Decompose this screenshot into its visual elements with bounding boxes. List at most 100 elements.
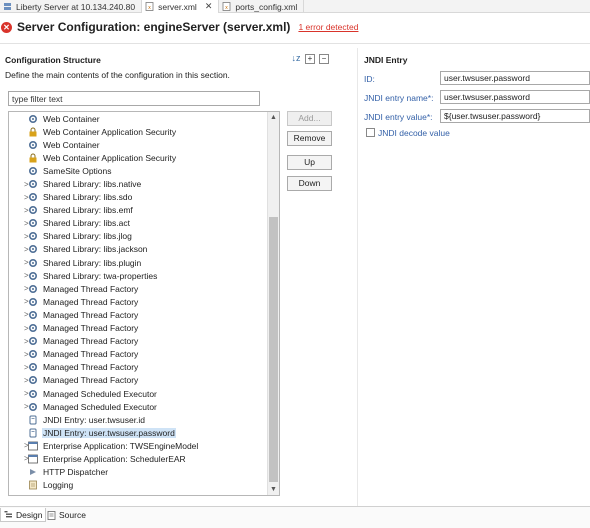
jndi-decode-label[interactable]: JNDI decode value — [378, 128, 450, 138]
tree-scrollbar[interactable]: ▲ ▼ — [267, 112, 279, 495]
gear-icon — [28, 258, 38, 268]
jndi-value-field[interactable]: ${user.twsuser.password} — [440, 109, 590, 123]
tree-item-label: Managed Thread Factory — [43, 323, 139, 334]
scrollbar-thumb[interactable] — [269, 217, 278, 482]
expand-arrow-icon[interactable]: > — [9, 363, 29, 372]
expand-all-icon[interactable]: + — [305, 54, 315, 64]
tree-item-label: Shared Library: libs.native — [43, 179, 142, 190]
expand-arrow-icon[interactable]: > — [9, 324, 29, 333]
tree-item[interactable]: > Managed Thread Factory — [9, 348, 269, 361]
gear-icon — [28, 349, 38, 359]
up-button[interactable]: Up — [287, 155, 332, 170]
tree-item[interactable]: > Shared Library: libs.plugin — [9, 256, 269, 269]
gear-icon — [28, 140, 38, 150]
expand-arrow-icon[interactable]: > — [9, 376, 29, 385]
tree-item-label: Shared Library: libs.plugin — [43, 257, 142, 268]
expand-arrow-icon[interactable]: > — [9, 206, 29, 215]
tree-item-label: Web Container — [43, 139, 100, 150]
expand-arrow-icon[interactable]: > — [9, 337, 29, 346]
tab-liberty-server[interactable]: Liberty Server at 10.134.240.80 — [0, 0, 143, 13]
tree-item[interactable]: > Shared Library: twa-properties — [9, 269, 269, 282]
tree-item[interactable]: > Managed Thread Factory — [9, 374, 269, 387]
close-icon[interactable]: ✕ — [205, 1, 213, 12]
config-structure-title: Configuration Structure — [5, 55, 101, 65]
tree-item[interactable]: Web Container — [9, 112, 269, 125]
tree-item[interactable]: Web Container Application Security — [9, 125, 269, 138]
tree-item[interactable]: > Managed Scheduled Executor — [9, 400, 269, 413]
tree-item[interactable]: > Shared Library: libs.jlog — [9, 230, 269, 243]
expand-arrow-icon[interactable]: > — [9, 245, 29, 254]
tree-item[interactable]: > Managed Scheduled Executor — [9, 387, 269, 400]
tree-item-label: Managed Thread Factory — [43, 283, 139, 294]
expand-arrow-icon[interactable]: > — [9, 271, 29, 280]
bottom-tab-bar: Design Source — [0, 506, 590, 528]
expand-arrow-icon[interactable]: > — [9, 310, 29, 319]
tree-item[interactable]: > Shared Library: libs.act — [9, 217, 269, 230]
tree-item[interactable]: > Managed Thread Factory — [9, 361, 269, 374]
filter-input[interactable]: type filter text — [8, 91, 260, 106]
tree-item[interactable]: Web Container — [9, 138, 269, 151]
expand-arrow-icon[interactable]: > — [9, 180, 29, 189]
remove-button[interactable]: Remove — [287, 131, 332, 146]
tree-item[interactable]: JNDI Entry: user.twsuser.password — [9, 426, 269, 439]
tree-item[interactable]: > Enterprise Application: TWSEngineModel — [9, 439, 269, 452]
section-divider — [357, 48, 358, 508]
add-button[interactable]: Add... — [287, 111, 332, 126]
tab-label: Design — [16, 509, 43, 520]
scroll-up-icon[interactable]: ▲ — [268, 112, 279, 123]
tree-item[interactable]: > Managed Thread Factory — [9, 335, 269, 348]
tree-item[interactable]: HTTP Dispatcher — [9, 466, 269, 479]
tree-item[interactable]: Logging — [9, 479, 269, 492]
expand-arrow-icon[interactable]: > — [9, 232, 29, 241]
jndi-value-label: JNDI entry value*: — [364, 112, 433, 122]
expand-arrow-icon[interactable]: > — [9, 297, 29, 306]
tree-item[interactable]: Web Container Application Security — [9, 151, 269, 164]
tree-item-label: Logging — [43, 480, 74, 491]
tree-item[interactable]: > Managed Thread Factory — [9, 308, 269, 321]
tree-item[interactable]: > Shared Library: libs.emf — [9, 204, 269, 217]
tab-source[interactable]: Source — [44, 508, 89, 522]
sort-icon[interactable]: ↓z — [291, 54, 301, 64]
expand-arrow-icon[interactable]: > — [9, 193, 29, 202]
tab-design[interactable]: Design — [0, 508, 47, 522]
tree-item-label: Web Container — [43, 113, 100, 124]
tree-item-label: HTTP Dispatcher — [43, 467, 109, 478]
collapse-all-icon[interactable]: − — [319, 54, 329, 64]
tree-item[interactable]: > Shared Library: libs.native — [9, 177, 269, 190]
jndi-name-field[interactable]: user.twsuser.password — [440, 90, 590, 104]
tree-item[interactable]: > Managed Thread Factory — [9, 295, 269, 308]
expand-arrow-icon[interactable]: > — [9, 350, 29, 359]
expand-arrow-icon[interactable]: > — [9, 219, 29, 228]
expand-arrow-icon[interactable]: > — [9, 402, 29, 411]
expand-arrow-icon[interactable]: > — [9, 258, 29, 267]
tree-item-label: Managed Thread Factory — [43, 375, 139, 386]
gear-icon — [28, 205, 38, 215]
expand-arrow-icon[interactable]: > — [9, 454, 29, 463]
tree-item[interactable]: > Shared Library: libs.sdo — [9, 191, 269, 204]
tree-item-label: Enterprise Application: TWSEngineModel — [43, 440, 199, 451]
tab-ports-config[interactable]: x ports_config.xml — [219, 0, 305, 13]
scroll-down-icon[interactable]: ▼ — [268, 484, 279, 495]
tree-item[interactable]: JNDI Entry: user.twsuser.id — [9, 413, 269, 426]
expand-arrow-icon[interactable]: > — [9, 389, 29, 398]
configuration-tree[interactable]: Web Container Web Container Application S… — [8, 111, 280, 496]
tree-item[interactable]: > Shared Library: libs.jackson — [9, 243, 269, 256]
tree-item-label: Managed Scheduled Executor — [43, 388, 157, 399]
expand-arrow-icon[interactable]: > — [9, 441, 29, 450]
tree-item[interactable]: > Enterprise Application: SchedulerEAR — [9, 452, 269, 465]
tree-item[interactable]: SameSite Options — [9, 164, 269, 177]
id-field[interactable]: user.twsuser.password — [440, 71, 590, 85]
tree-item[interactable]: > Managed Thread Factory — [9, 282, 269, 295]
server-icon — [3, 2, 12, 11]
gear-icon — [28, 218, 38, 228]
tree-item-label: Shared Library: libs.sdo — [43, 192, 133, 203]
jndi-entry-title: JNDI Entry — [364, 55, 408, 65]
error-link[interactable]: 1 error detected — [298, 22, 358, 32]
expand-arrow-icon[interactable]: > — [9, 284, 29, 293]
jndi-decode-checkbox[interactable] — [366, 128, 375, 137]
tree-item-label: SameSite Options — [43, 165, 112, 176]
down-button[interactable]: Down — [287, 176, 332, 191]
tree-item-label: Shared Library: libs.jackson — [43, 244, 148, 255]
tree-item[interactable]: > Managed Thread Factory — [9, 322, 269, 335]
tab-server-xml[interactable]: x server.xml ✕ — [142, 0, 220, 13]
